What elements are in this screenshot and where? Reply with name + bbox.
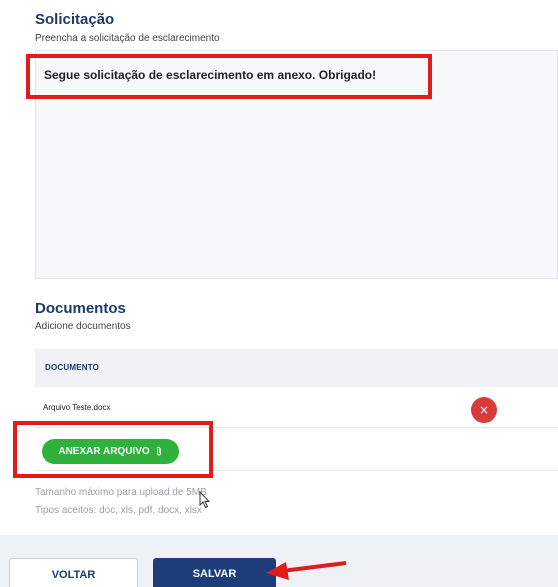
annotation-highlight-box [26, 54, 432, 99]
back-button[interactable]: VOLTAR [9, 558, 138, 587]
documentos-title: Documentos [35, 300, 126, 317]
solicitacao-title: Solicitação [35, 11, 115, 28]
solicitacao-subtitle: Preencha a solicitação de esclarecimento [35, 33, 220, 44]
remove-document-button[interactable]: × [471, 397, 497, 423]
max-size-hint: Tamanho máximo para upload de 5MB [35, 487, 207, 498]
annotation-highlight-box [13, 421, 213, 478]
documentos-subtitle: Adicione documentos [35, 321, 131, 332]
accepted-types-hint: Tipos aceitos: doc, xls, pdf, docx, xlsx [35, 505, 202, 516]
documents-table-header: DOCUMENTO [35, 349, 558, 387]
mouse-cursor-icon [199, 491, 211, 509]
save-button[interactable]: SALVAR [153, 558, 276, 587]
document-file-name: Arquivo Teste.docx [43, 403, 111, 412]
column-header-documento: DOCUMENTO [45, 363, 100, 372]
close-icon: × [478, 403, 490, 417]
annotation-arrow-icon [266, 561, 347, 580]
